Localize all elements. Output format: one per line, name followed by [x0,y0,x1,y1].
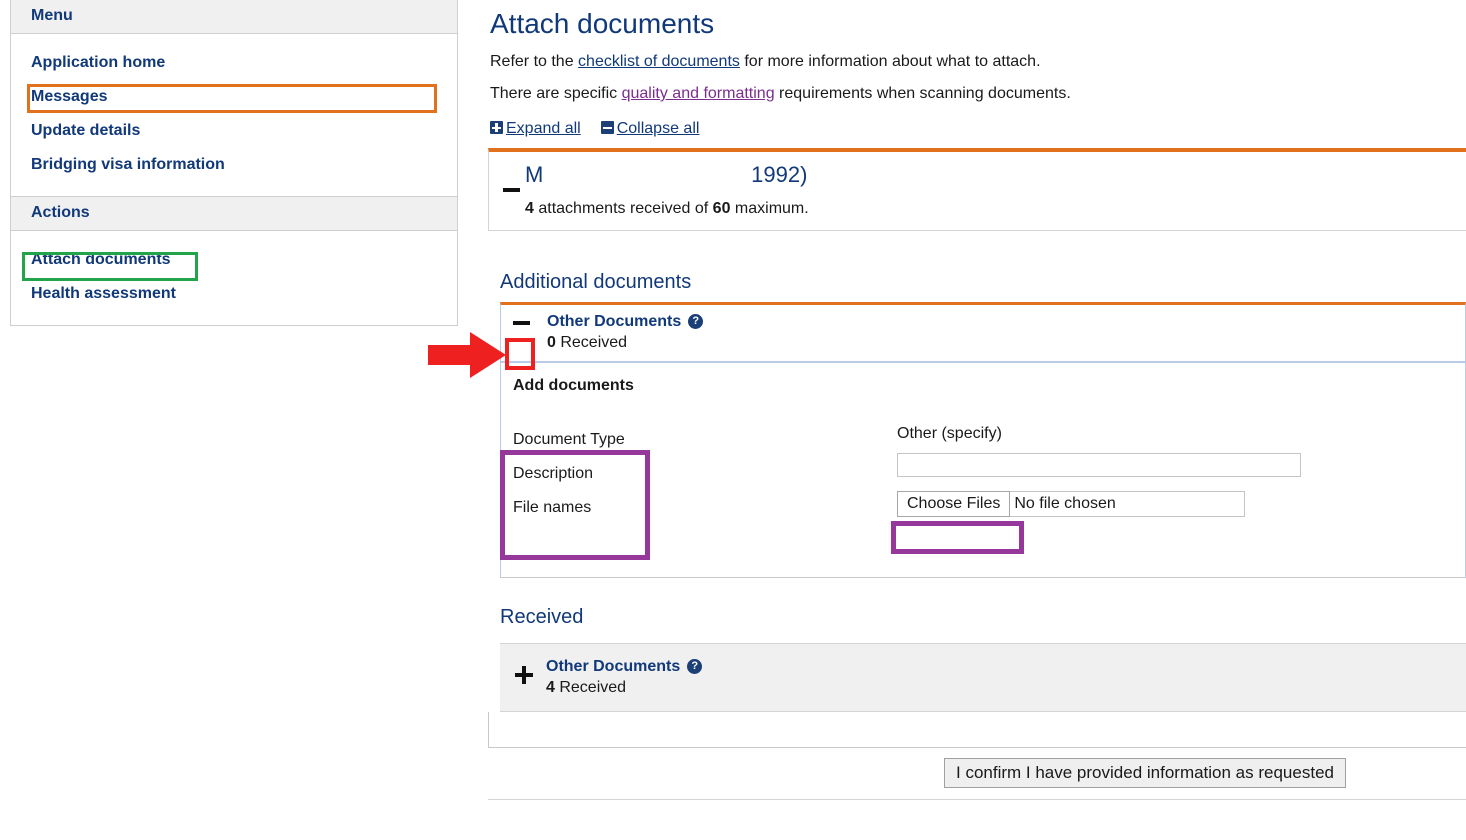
received-count-label: Received [556,334,627,351]
expand-toggle-icon[interactable] [515,666,533,684]
intro-1-pre: Refer to the [490,53,578,70]
received-other-documents-count: 4 Received [546,679,1466,697]
sidebar-actions-list: Attach documents Health assessment [11,231,457,325]
form-fields-column: Other (specify) Choose Files No file cho… [897,423,1317,517]
minus-square-icon [601,121,614,134]
label-document-type: Document Type [513,423,773,457]
other-documents-expanded-panel: Other Documents? 0 Received Add document… [500,302,1466,578]
collapse-all-link[interactable]: Collapse all [601,120,700,137]
form-labels-column: Document Type Description File names [513,423,773,525]
attachment-count-mid: attachments received of [534,200,713,217]
label-description: Description [513,457,773,491]
applicant-card: M 1992) 4 attachments received of 60 max… [488,148,1466,231]
sidebar-item-health-assessment[interactable]: Health assessment [11,277,457,311]
sidebar-actions-block: Actions Attach documents Health assessme… [11,197,457,326]
received-heading: Received [500,606,1466,629]
expand-all-link[interactable]: Expand all [490,120,581,137]
received-count-label-2: Received [555,679,626,696]
page-title: Attach documents [490,8,1466,40]
quality-and-formatting-link[interactable]: quality and formatting [622,85,775,102]
applicant-collapse-toggle[interactable] [503,188,520,192]
confirm-row: I confirm I have provided information as… [488,748,1466,800]
file-chosen-status: No file chosen [1010,491,1245,517]
panel-bottom-spacer [488,712,1466,748]
file-picker-row: Choose Files No file chosen [897,491,1245,517]
sidebar-item-application-home[interactable]: Application home [11,46,457,80]
received-count-value-2: 4 [546,679,555,696]
plus-square-icon [490,121,503,134]
collapse-all-label: Collapse all [617,120,700,137]
other-specify-input[interactable] [897,453,1301,477]
intro-line-1: Refer to the checklist of documents for … [490,51,1466,72]
expand-all-label: Expand all [506,120,581,137]
sidebar-item-attach-documents[interactable]: Attach documents [11,243,457,277]
other-specify-label: Other (specify) [897,423,1317,445]
checklist-of-documents-link[interactable]: checklist of documents [578,53,740,70]
received-help-icon[interactable]: ? [687,659,702,674]
intro-2-post: requirements when scanning documents. [775,85,1071,102]
intro-2-pre: There are specific [490,85,622,102]
confirm-button[interactable]: I confirm I have provided information as… [944,758,1346,788]
expand-collapse-row: Expand all Collapse all [490,120,1466,138]
sidebar-menu-block: Menu Application home Messages Update de… [11,0,457,197]
applicant-name: M 1992) [489,162,1466,192]
received-count-value: 0 [547,334,556,351]
sidebar-menu-header: Menu [11,0,457,34]
additional-documents-heading: Additional documents [500,271,1466,294]
attachment-count-max: 60 [713,200,731,217]
attachment-count-value: 4 [525,200,534,217]
received-other-documents-panel[interactable]: Other Documents? 4 Received [500,643,1466,712]
intro-1-post: for more information about what to attac… [740,53,1041,70]
other-documents-title: Other Documents [547,313,681,331]
attach-documents-page: Menu Application home Messages Update de… [0,0,1466,840]
label-file-names: File names [513,491,773,525]
applicant-attachment-count: 4 attachments received of 60 maximum. [489,200,1466,218]
add-documents-title: Add documents [513,377,1465,395]
sidebar-item-messages[interactable]: Messages [11,80,457,114]
sidebar-actions-header: Actions [11,197,457,231]
sidebar: Menu Application home Messages Update de… [10,0,458,326]
sidebar-item-update-details[interactable]: Update details [11,114,457,148]
collapse-toggle-icon[interactable] [513,321,530,325]
sidebar-item-bridging-visa-information[interactable]: Bridging visa information [11,148,457,182]
attachment-count-post: maximum. [730,200,808,217]
help-icon[interactable]: ? [688,314,703,329]
choose-files-button[interactable]: Choose Files [897,491,1010,517]
intro-line-2: There are specific quality and formattin… [490,83,1466,104]
other-documents-header[interactable]: Other Documents? 0 Received [501,305,1465,363]
other-documents-received-count: 0 Received [547,334,1465,352]
add-documents-body: Add documents Document Type Description … [501,363,1465,578]
sidebar-menu-list: Application home Messages Update details… [11,34,457,196]
main-content: Attach documents Refer to the checklist … [488,0,1466,840]
received-other-documents-title: Other Documents [546,658,680,675]
